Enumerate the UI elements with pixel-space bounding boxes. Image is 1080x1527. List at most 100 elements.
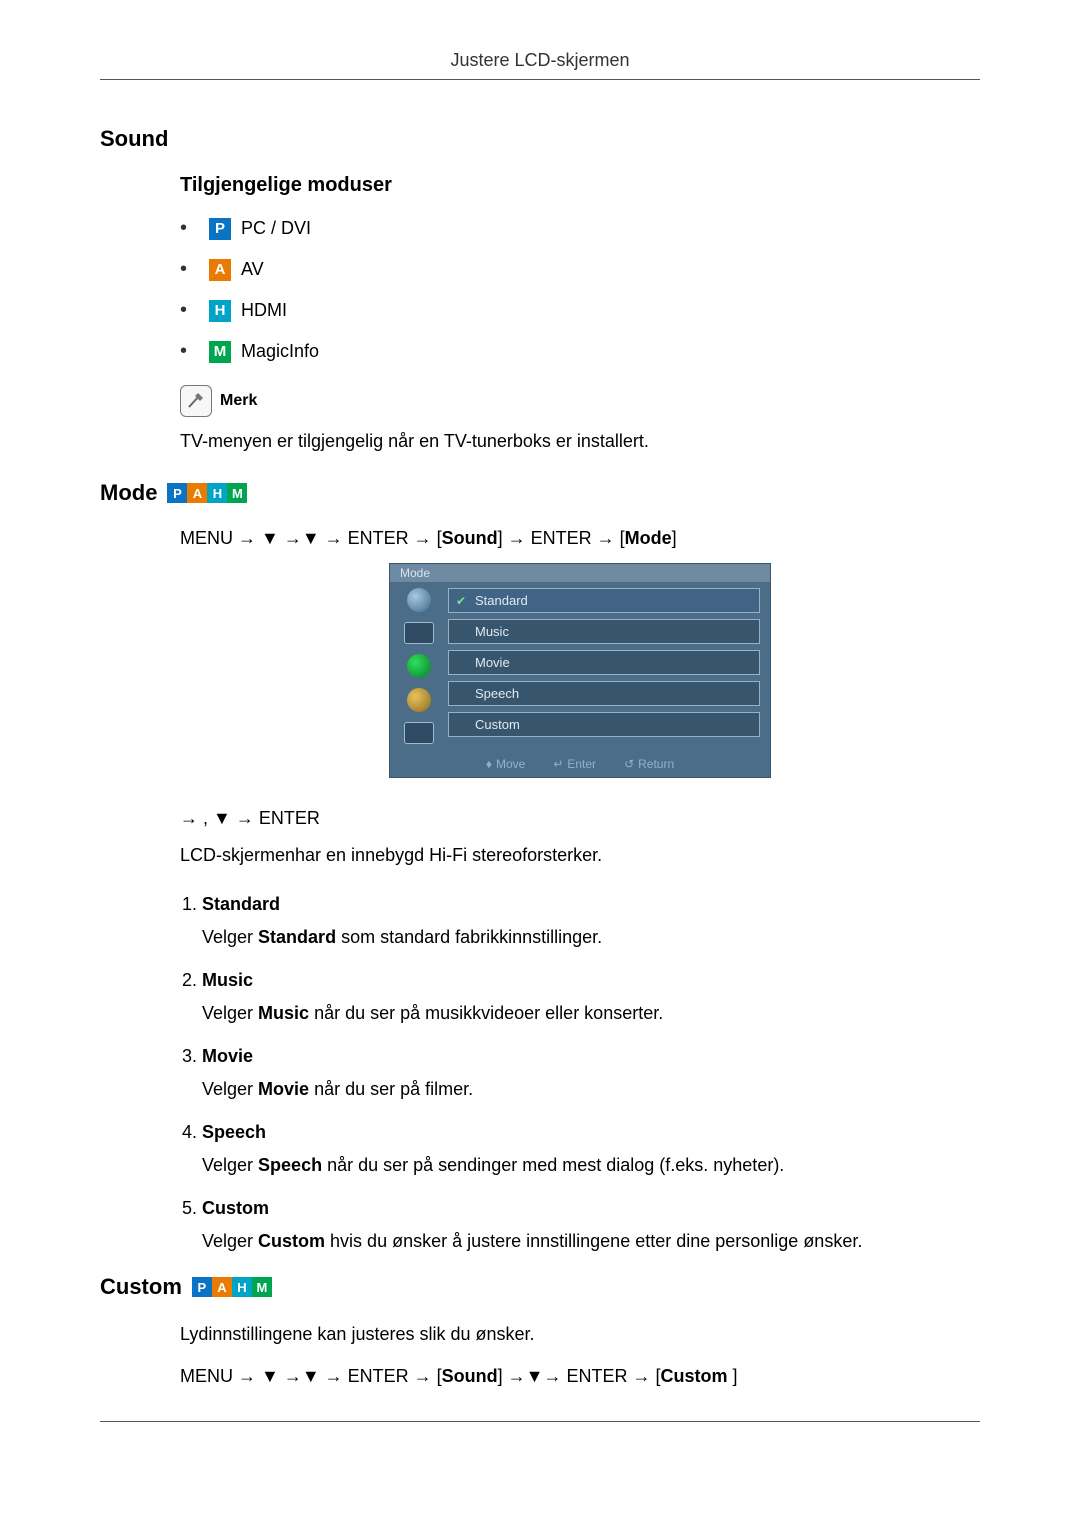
desc-text: når du ser på sendinger med mest dialog … [322,1155,784,1175]
section-sound-title: Sound [100,126,980,152]
mode-item-label: AV [241,259,264,280]
osd-rail-icon [404,722,434,744]
osd-title: Mode [390,564,770,582]
list-item-label: Custom [202,1198,980,1219]
menu-path-bold: Sound [442,1366,498,1386]
available-modes-list: P PC / DVI A AV H HDMI M MagicInfo [180,217,980,363]
desc-bold: Movie [258,1079,309,1099]
mode-item-label: MagicInfo [241,341,319,362]
osd-item-label: Custom [475,717,520,732]
menu-path-text: ] →▼→ ENTER → [ [498,1366,661,1386]
section-mode-title: Mode P A H M [100,480,980,506]
list-item-desc: Velger Movie når du ser på filmer. [202,1079,980,1100]
osd-item-custom[interactable]: Custom [448,712,760,737]
menu-path-text: ] [672,528,677,548]
desc-text: som standard fabrikkinnstillinger. [336,927,602,947]
osd-footer-label: Enter [567,757,596,771]
desc-text: Velger [202,1231,258,1251]
mode-item-label: HDMI [241,300,287,321]
list-item: Speech Velger Speech når du ser på sendi… [202,1122,980,1176]
menu-path-bold: Mode [625,528,672,548]
osd-item-movie[interactable]: Movie [448,650,760,675]
osd-item-speech[interactable]: Speech [448,681,760,706]
desc-bold: Standard [258,927,336,947]
list-item: Movie Velger Movie når du ser på filmer. [202,1046,980,1100]
note-label: Merk [220,392,257,410]
footer-rule [100,1421,980,1423]
list-item-label: Music [202,970,980,991]
desc-bold: Custom [258,1231,325,1251]
mode-item-av: A AV [180,258,980,281]
menu-path-text: ] [732,1366,737,1386]
desc-bold: Music [258,1003,309,1023]
osd-footer-label: Move [496,757,525,771]
section-custom-label: Custom [100,1274,182,1300]
osd-rail-icon [404,622,434,644]
check-icon: ✔ [455,595,467,607]
osd-footer-return: ↺ Return [624,757,674,771]
mode-description-list: Standard Velger Standard som standard fa… [180,894,980,1252]
osd-item-label: Speech [475,686,519,701]
menu-path-bold: Sound [442,528,498,548]
desc-text: hvis du ønsker å justere innstillingene … [325,1231,862,1251]
list-item-label: Standard [202,894,980,915]
mode-item-magicinfo: M MagicInfo [180,340,980,363]
osd-footer-move: ♦ Move [486,757,525,771]
check-icon [455,719,467,731]
list-item: Music Velger Music når du ser på musikkv… [202,970,980,1024]
list-item-label: Speech [202,1122,980,1143]
mode-intro: LCD-skjermenhar en innebygd Hi-Fi stereo… [180,843,980,868]
mode-item-pcdvi: P PC / DVI [180,217,980,240]
list-item: Custom Velger Custom hvis du ønsker å ju… [202,1198,980,1252]
badge-p-icon: P [167,483,187,503]
check-icon [455,657,467,669]
badge-row-icon: P A H M [192,1277,272,1297]
badge-p-icon: P [192,1277,212,1297]
badge-h-icon: H [232,1277,252,1297]
list-item: Standard Velger Standard som standard fa… [202,894,980,948]
menu-path-text: MENU → ▼ →▼ → ENTER → [ [180,1366,442,1386]
mode-item-hdmi: H HDMI [180,299,980,322]
osd-rail-icon [407,654,431,678]
list-item-label: Movie [202,1046,980,1067]
osd-item-label: Standard [475,593,528,608]
section-mode-label: Mode [100,480,157,506]
osd-panel: Mode ✔ Standard Music [389,563,771,778]
badge-h-icon: H [207,483,227,503]
nav-hint: → , ▼ → ENTER [180,808,980,829]
osd-rail-icon [407,688,431,712]
osd-item-music[interactable]: Music [448,619,760,644]
list-item-desc: Velger Custom hvis du ønsker å justere i… [202,1231,980,1252]
note-text: TV-menyen er tilgjengelig når en TV-tune… [180,429,980,454]
osd-rail-icon [407,588,431,612]
osd-footer-enter: ↵ Enter [553,757,596,771]
page-header: Justere LCD-skjermen [100,50,980,80]
custom-intro: Lydinnstillingene kan justeres slik du ø… [180,1322,980,1347]
desc-text: når du ser på filmer. [309,1079,473,1099]
desc-bold: Speech [258,1155,322,1175]
menu-path-text: ] → ENTER → [ [498,528,625,548]
badge-a-icon: A [212,1277,232,1297]
check-icon [455,688,467,700]
badge-a-icon: A [187,483,207,503]
menu-path-bold: Custom [660,1366,732,1386]
badge-row-icon: P A H M [167,483,247,503]
osd-footer: ♦ Move ↵ Enter ↺ Return [390,753,770,777]
osd-item-standard[interactable]: ✔ Standard [448,588,760,613]
mode-menu-path: MENU → ▼ →▼ → ENTER → [Sound] → ENTER → … [180,528,980,549]
badge-m-icon: M [252,1277,272,1297]
badge-m-icon: M [227,483,247,503]
mode-item-label: PC / DVI [241,218,311,239]
list-item-desc: Velger Speech når du ser på sendinger me… [202,1155,980,1176]
osd-footer-label: Return [638,757,674,771]
section-custom-title: Custom P A H M [100,1274,980,1300]
note-icon [180,385,212,417]
badge-a-icon: A [209,259,231,281]
desc-text: når du ser på musikkvideoer eller konser… [309,1003,663,1023]
custom-menu-path: MENU → ▼ →▼ → ENTER → [Sound] →▼→ ENTER … [180,1366,980,1387]
badge-p-icon: P [209,218,231,240]
desc-text: Velger [202,1079,258,1099]
available-modes-title: Tilgjengelige moduser [180,174,980,197]
desc-text: Velger [202,1155,258,1175]
osd-item-label: Music [475,624,509,639]
